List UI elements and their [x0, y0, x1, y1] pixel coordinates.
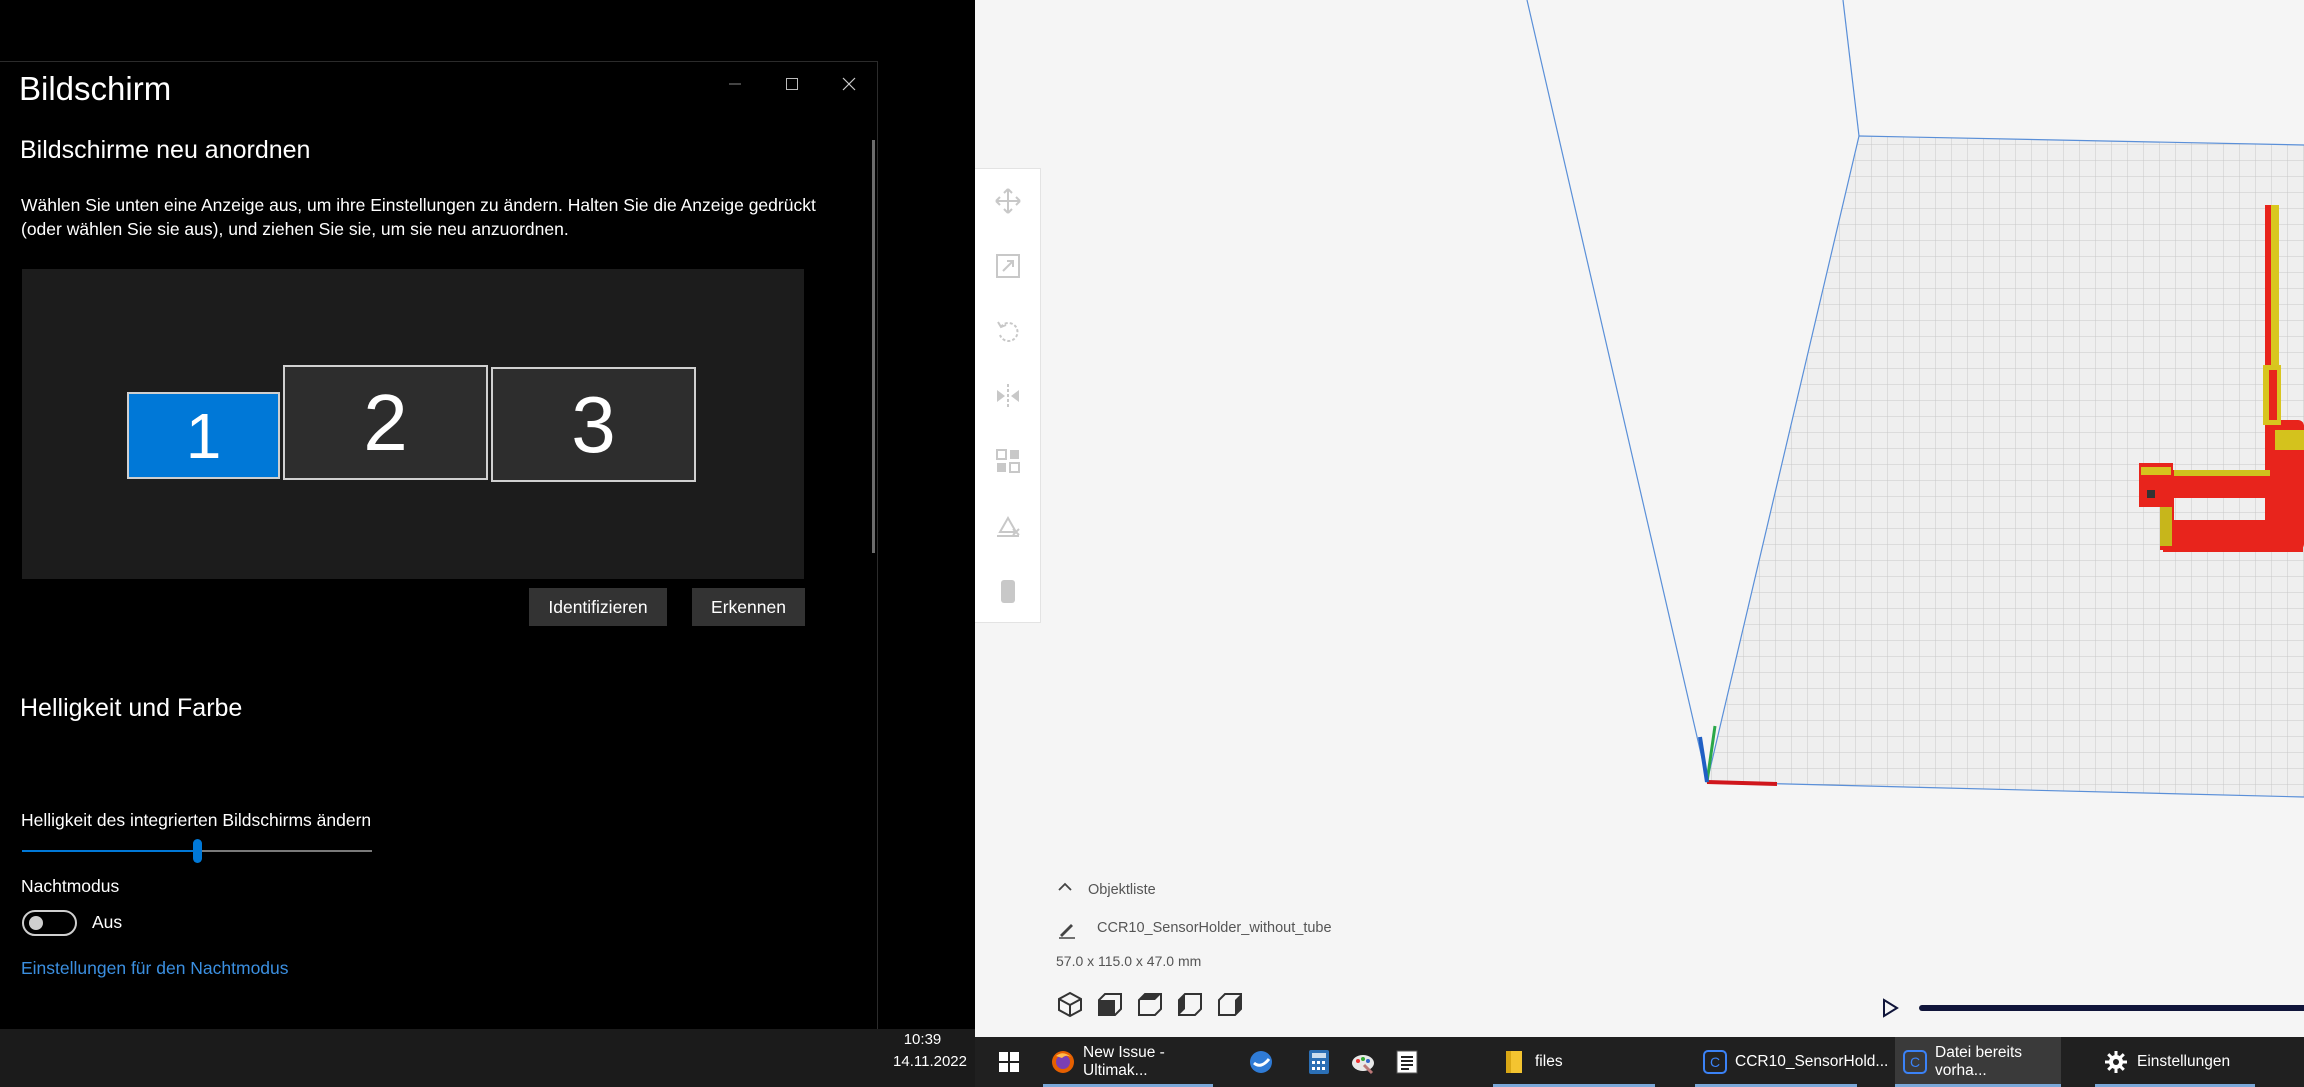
nightmode-label: Nachtmodus: [21, 876, 120, 896]
monitor-3[interactable]: 3: [491, 367, 696, 482]
brightness-label: Helligkeit des integrierten Bildschirms …: [21, 810, 372, 830]
taskbar-left-segment: [0, 1029, 975, 1087]
mirror-icon: [997, 384, 1019, 408]
front-view-icon[interactable]: [1096, 990, 1124, 1018]
slice-progress-bar: [1919, 1005, 2304, 1011]
firefox-icon: [1051, 1049, 1075, 1075]
paint-icon: [1350, 1049, 1376, 1075]
settings-scrollbar[interactable]: [872, 140, 875, 553]
display-arrangement-area[interactable]: 1 2 3: [22, 269, 804, 579]
taskbar-item-label: Datei bereits vorha...: [1935, 1044, 2023, 1079]
taskbar-item-calculator[interactable]: [1305, 1037, 1341, 1087]
title-bar-controls: [706, 62, 877, 106]
cylinder-tool[interactable]: [990, 573, 1026, 609]
monitor-2[interactable]: 2: [283, 365, 488, 480]
taskbar-item-cura-main[interactable]: C CCR10_SensorHold...: [1695, 1037, 1888, 1087]
mail-icon: [1248, 1049, 1274, 1075]
start-button[interactable]: [989, 1037, 1029, 1087]
build-plate-scene: [1526, 0, 2304, 798]
folder-icon: [1501, 1049, 1527, 1075]
mirror-tool[interactable]: [990, 378, 1026, 414]
taskbar-item-paint[interactable]: [1349, 1037, 1385, 1087]
windows-icon: [999, 1052, 1019, 1072]
cylinder-icon: [1001, 580, 1015, 603]
nightmode-settings-link[interactable]: Einstellungen für den Nachtmodus: [21, 958, 289, 979]
play-icon[interactable]: [1880, 998, 1900, 1018]
move-icon: [995, 188, 1021, 214]
chevron-up-icon[interactable]: [1055, 880, 1075, 894]
scale-tool[interactable]: [990, 248, 1026, 284]
taskbar-item-cura-dialog[interactable]: C Datei bereits vorha...: [1895, 1037, 2061, 1087]
object-dimensions: 57.0 x 115.0 x 47.0 mm: [1056, 953, 1202, 969]
monitor-1[interactable]: 1: [127, 392, 280, 479]
minimize-button[interactable]: [706, 62, 763, 106]
taskbar-item-settings[interactable]: Einstellungen: [2095, 1037, 2255, 1087]
rotate-icon: [997, 321, 1019, 342]
brightness-slider-thumb[interactable]: [193, 839, 202, 863]
3d-view-icon[interactable]: [1056, 990, 1084, 1018]
per-model-settings-icon: [996, 449, 1020, 473]
brightness-slider[interactable]: [22, 839, 372, 863]
object-list-label[interactable]: Objektliste: [1088, 882, 1156, 898]
nightmode-state: Aus: [92, 912, 123, 932]
close-icon: [842, 77, 855, 91]
gear-icon: [2103, 1049, 2129, 1075]
left-view-icon[interactable]: [1176, 990, 1204, 1018]
svg-text:C: C: [1910, 1054, 1920, 1070]
taskbar-item-firefox[interactable]: New Issue - Ultimak...: [1043, 1037, 1213, 1087]
maximize-button[interactable]: [763, 62, 820, 106]
move-tool[interactable]: [990, 183, 1026, 219]
identify-button[interactable]: Identifizieren: [529, 588, 667, 626]
desktop: Bildschirm Bildschirme neu anordnen Wähl…: [0, 0, 2304, 1087]
svg-text:C: C: [1710, 1054, 1720, 1070]
nightmode-toggle[interactable]: [22, 910, 77, 936]
cura-viewport[interactable]: Objektliste CCR10_SensorHolder_without_t…: [975, 0, 2304, 1037]
right-view-icon[interactable]: [1216, 990, 1244, 1018]
taskbar-item-files[interactable]: files: [1493, 1037, 1655, 1087]
clock-date: 14.11.2022: [893, 1053, 967, 1070]
brightness-slider-fill: [22, 850, 197, 852]
taskbar-item-label: New Issue - Ultimak...: [1083, 1044, 1165, 1079]
minimize-icon: [728, 83, 741, 85]
taskbar-clock[interactable]: 10:39 14.11.2022: [878, 1029, 975, 1087]
pencil-icon[interactable]: [1057, 919, 1077, 939]
cura-toolbar: [975, 168, 1041, 623]
support-blocker-tool[interactable]: [990, 508, 1026, 544]
taskbar-item-label: Einstellungen: [2137, 1053, 2231, 1070]
taskbar-item-mail[interactable]: [1247, 1037, 1283, 1087]
clock-time: 10:39: [903, 1031, 942, 1048]
cura-icon: C: [1703, 1049, 1727, 1075]
page-title: Bildschirm: [19, 70, 172, 107]
detect-button[interactable]: Erkennen: [692, 588, 805, 626]
taskbar-item-notepad[interactable]: [1393, 1037, 1429, 1087]
object-name: CCR10_SensorHolder_without_tube: [1097, 920, 1332, 936]
per-model-settings-tool[interactable]: [990, 443, 1026, 479]
top-view-icon[interactable]: [1136, 990, 1164, 1018]
scale-icon: [996, 254, 1020, 278]
taskbar-item-label: CCR10_SensorHold...: [1735, 1053, 1889, 1070]
close-button[interactable]: [820, 62, 877, 106]
taskbar-item-label: files: [1535, 1053, 1563, 1070]
support-blocker-icon: [997, 515, 1020, 537]
notepad-icon: [1394, 1049, 1420, 1075]
rotate-tool[interactable]: [990, 313, 1026, 349]
section-title-arrange: Bildschirme neu anordnen: [20, 136, 311, 164]
section-title-brightness: Helligkeit und Farbe: [20, 694, 243, 722]
maximize-icon: [785, 78, 798, 90]
taskbar: New Issue - Ultimak... files C CCR10_Sen…: [975, 1037, 2304, 1087]
calculator-icon: [1306, 1049, 1332, 1075]
arrange-description: Wählen Sie unten eine Anzeige aus, um ih…: [21, 195, 816, 239]
cura-icon: C: [1903, 1049, 1927, 1075]
nightmode-toggle-knob: [29, 916, 43, 930]
